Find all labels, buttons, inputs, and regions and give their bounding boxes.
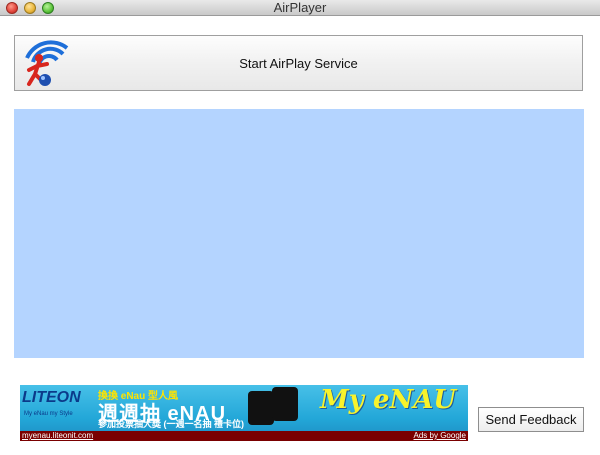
ad-product-image <box>246 387 302 427</box>
ad-banner[interactable]: LITEON My eNau my Style 換換 eNau 型人風 週週抽 … <box>20 385 468 441</box>
ad-url-link[interactable]: myenau.liteonit.com <box>22 431 93 441</box>
ad-device-image <box>248 391 274 425</box>
start-airplay-service-button[interactable]: Start AirPlay Service <box>14 35 583 91</box>
ad-script-logo: My eNAU <box>320 385 457 415</box>
ad-brand-tagline: My eNau my Style <box>24 411 73 417</box>
ads-by-google-link[interactable]: Ads by Google <box>414 431 466 441</box>
ad-brand-logo: LITEON <box>22 389 81 406</box>
content-area <box>14 109 584 358</box>
ad-headline-bottom: 參加投票抽大獎 (一週一名抽 禮卡位) <box>98 419 244 429</box>
start-airplay-service-label: Start AirPlay Service <box>239 55 358 71</box>
send-feedback-button[interactable]: Send Feedback <box>478 407 584 432</box>
window-titlebar[interactable]: AirPlayer <box>0 0 600 16</box>
ad-device-image <box>272 387 298 421</box>
ad-footer-bar: myenau.liteonit.com Ads by Google <box>20 431 468 441</box>
window-title: AirPlayer <box>273 0 327 15</box>
